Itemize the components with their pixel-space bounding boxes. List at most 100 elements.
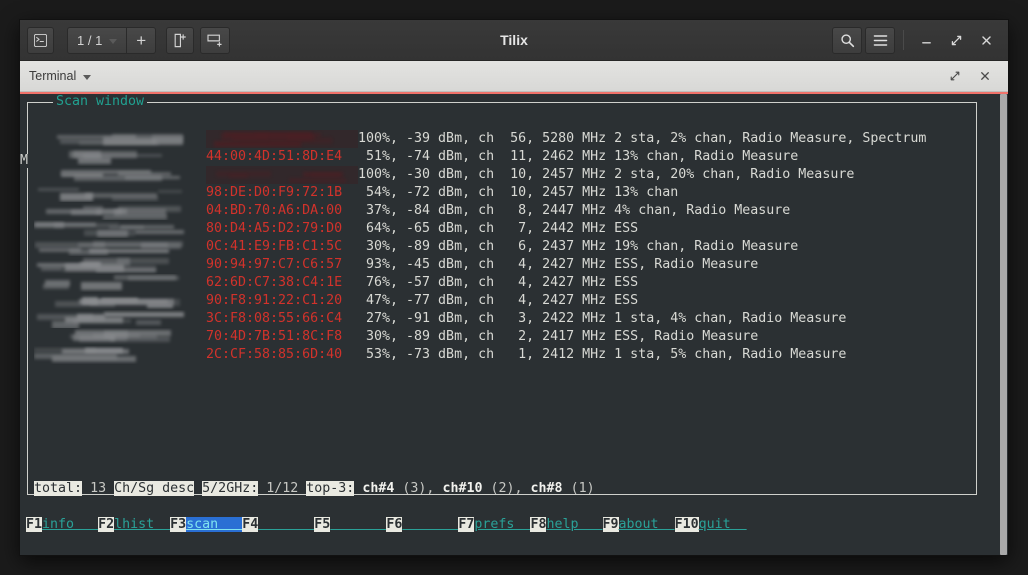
redacted-text bbox=[34, 274, 206, 292]
status-top-count-1: (3), bbox=[402, 481, 435, 496]
scan-result-row[interactable]: 90:94:97:C7:C6:57 93%, -45 dBm, ch 4, 24… bbox=[34, 256, 926, 274]
function-key-bar: F1info F2lhist F3scan F4 F5 F6 F7prefs F… bbox=[26, 516, 747, 534]
new-session-button[interactable] bbox=[166, 26, 195, 54]
fkey-number-f7[interactable]: F7 bbox=[458, 517, 475, 532]
session-maximize-button[interactable] bbox=[943, 65, 967, 87]
scan-result-details: 47%, -77 dBm, ch 4, 2427 MHz ESS bbox=[358, 293, 639, 308]
fkey-number-f2[interactable]: F2 bbox=[98, 517, 115, 532]
status-top-channel-2: ch#10 bbox=[442, 481, 483, 496]
session-tabbar: Terminal bbox=[20, 61, 1008, 92]
titlebar: 1 / 1 + Tilix bbox=[20, 20, 1008, 61]
scan-result-details: 100%, -39 dBm, ch 56, 5280 MHz 2 sta, 2%… bbox=[358, 131, 927, 146]
scan-result-details: 30%, -89 dBm, ch 2, 2417 MHz ESS, Radio … bbox=[358, 329, 759, 344]
scan-result-details: 93%, -45 dBm, ch 4, 2427 MHz ESS, Radio … bbox=[358, 257, 759, 272]
scan-result-row[interactable]: 100%, -30 dBm, ch 10, 2457 MHz 2 sta, 20… bbox=[34, 166, 926, 184]
status-gap-11 bbox=[563, 481, 571, 496]
fkey-label-empty-f6[interactable] bbox=[402, 517, 458, 532]
maximize-button[interactable] bbox=[941, 25, 971, 55]
ssid-cell bbox=[34, 220, 206, 238]
bssid-cell: 0C:41:E9:FB:C1:5C bbox=[206, 239, 343, 254]
scan-result-row[interactable]: 44:00:4D:51:8D:E4 51%, -74 dBm, ch 11, 2… bbox=[34, 148, 926, 166]
search-button[interactable] bbox=[832, 26, 862, 54]
scan-result-row[interactable]: 90:F8:91:22:C1:20 47%, -77 dBm, ch 4, 24… bbox=[34, 292, 926, 310]
scan-result-row[interactable]: 2C:CF:58:85:6D:40 53%, -73 dBm, ch 1, 24… bbox=[34, 346, 926, 364]
status-top-count-3: (1) bbox=[570, 481, 595, 496]
scan-result-row[interactable]: 98:DE:D0:F9:72:1B 54%, -72 dBm, ch 10, 2… bbox=[34, 184, 926, 202]
scan-result-row[interactable]: 0C:41:E9:FB:C1:5C 30%, -89 dBm, ch 6, 24… bbox=[34, 238, 926, 256]
fkey-number-f6[interactable]: F6 bbox=[386, 517, 403, 532]
redacted-text bbox=[34, 184, 206, 202]
fkey-label-lhist-f2[interactable]: lhist bbox=[114, 517, 170, 532]
ssid-cell bbox=[34, 310, 206, 328]
scan-result-row[interactable]: 100%, -39 dBm, ch 56, 5280 MHz 2 sta, 2%… bbox=[34, 130, 926, 148]
fkey-label-empty-f5[interactable] bbox=[330, 517, 386, 532]
fkey-label-about-f9[interactable]: about bbox=[619, 517, 675, 532]
status-gap-1 bbox=[82, 481, 90, 496]
terminal-scrollbar[interactable] bbox=[999, 94, 1008, 555]
status-total-value: 13 bbox=[90, 481, 107, 496]
ssid-cell bbox=[34, 256, 206, 274]
minimize-button[interactable] bbox=[911, 25, 941, 55]
fkey-label-scan-f3[interactable]: scan bbox=[186, 517, 243, 532]
ssid-cell bbox=[34, 328, 206, 346]
titlebar-divider bbox=[903, 30, 904, 50]
fkey-number-f1[interactable]: F1 bbox=[26, 517, 43, 532]
close-button[interactable] bbox=[971, 25, 1001, 55]
bssid-cell: 3C:F8:08:55:66:C4 bbox=[206, 311, 343, 326]
add-session-label: + bbox=[136, 30, 147, 50]
ssid-cell bbox=[34, 184, 206, 202]
redacted-text bbox=[34, 202, 206, 220]
fkey-label-empty-f4[interactable] bbox=[258, 517, 314, 532]
scan-result-row[interactable]: 62:6D:C7:38:C4:1E 76%, -57 dBm, ch 4, 24… bbox=[34, 274, 926, 292]
terminal-icon-button[interactable] bbox=[27, 26, 54, 54]
split-terminal-button[interactable] bbox=[200, 26, 231, 54]
fkey-number-f5[interactable]: F5 bbox=[314, 517, 331, 532]
status-gap-10 bbox=[523, 481, 531, 496]
redacted-text bbox=[206, 130, 358, 148]
ssid-cell bbox=[34, 346, 206, 364]
fkey-label-prefs-f7[interactable]: prefs bbox=[474, 517, 530, 532]
bssid-cell: 98:DE:D0:F9:72:1B bbox=[206, 185, 343, 200]
session-selector-button[interactable]: 1 / 1 bbox=[67, 26, 128, 54]
scan-result-details: 100%, -30 dBm, ch 10, 2457 MHz 2 sta, 20… bbox=[358, 167, 855, 182]
fkey-label-help-f8[interactable]: help bbox=[546, 517, 602, 532]
session-name-label[interactable]: Terminal bbox=[29, 69, 76, 83]
ssid-cell bbox=[34, 166, 206, 184]
ssid-cell bbox=[34, 292, 206, 310]
hamburger-menu-button[interactable] bbox=[865, 26, 895, 54]
scan-result-row[interactable]: 70:4D:7B:51:8C:F8 30%, -89 dBm, ch 2, 24… bbox=[34, 328, 926, 346]
fkey-number-f8[interactable]: F8 bbox=[530, 517, 547, 532]
add-session-button[interactable]: + bbox=[127, 26, 157, 54]
status-band-key: 5/2GHz: bbox=[202, 481, 259, 496]
redacted-text bbox=[34, 310, 206, 328]
scan-result-row[interactable]: 3C:F8:08:55:66:C4 27%, -91 dBm, ch 3, 24… bbox=[34, 310, 926, 328]
redacted-text bbox=[34, 238, 206, 256]
titlebar-right-controls bbox=[832, 25, 1001, 55]
bssid-cell: 04:BD:70:A6:DA:00 bbox=[206, 203, 343, 218]
status-gap-2 bbox=[106, 481, 114, 496]
redacted-text bbox=[34, 346, 206, 364]
bssid-cell: 90:94:97:C7:C6:57 bbox=[206, 257, 343, 272]
fkey-number-f3[interactable]: F3 bbox=[170, 517, 187, 532]
status-total-key: total: bbox=[34, 481, 83, 496]
redacted-text bbox=[34, 328, 206, 346]
terminal-screen[interactable]: Scan window M 100%, -39 dBm, ch 56, 5280… bbox=[20, 94, 999, 555]
status-sort-key: Ch/Sg desc bbox=[114, 481, 195, 496]
scan-result-details: 53%, -73 dBm, ch 1, 2412 MHz 1 sta, 5% c… bbox=[358, 347, 847, 362]
fkey-label-quit-f10[interactable]: quit bbox=[699, 517, 747, 532]
redacted-text bbox=[34, 130, 206, 148]
redacted-text bbox=[34, 148, 206, 166]
scrollbar-thumb[interactable] bbox=[1000, 94, 1007, 555]
scan-result-row[interactable]: 80:D4:A5:D2:79:D0 64%, -65 dBm, ch 7, 24… bbox=[34, 220, 926, 238]
status-top-count-2: (2), bbox=[490, 481, 523, 496]
ssid-cell bbox=[34, 238, 206, 256]
scan-result-row[interactable]: 04:BD:70:A6:DA:00 37%, -84 dBm, ch 8, 24… bbox=[34, 202, 926, 220]
session-close-button[interactable] bbox=[973, 65, 997, 87]
fkey-label-info-f1[interactable]: info bbox=[42, 517, 98, 532]
desktop: 1 / 1 + Tilix Terminal Scan window M 100… bbox=[0, 0, 1028, 575]
fkey-number-f9[interactable]: F9 bbox=[602, 517, 619, 532]
bssid-cell bbox=[206, 166, 358, 184]
fkey-number-f10[interactable]: F10 bbox=[674, 517, 699, 532]
fkey-number-f4[interactable]: F4 bbox=[242, 517, 259, 532]
chevron-down-icon[interactable] bbox=[83, 74, 92, 80]
